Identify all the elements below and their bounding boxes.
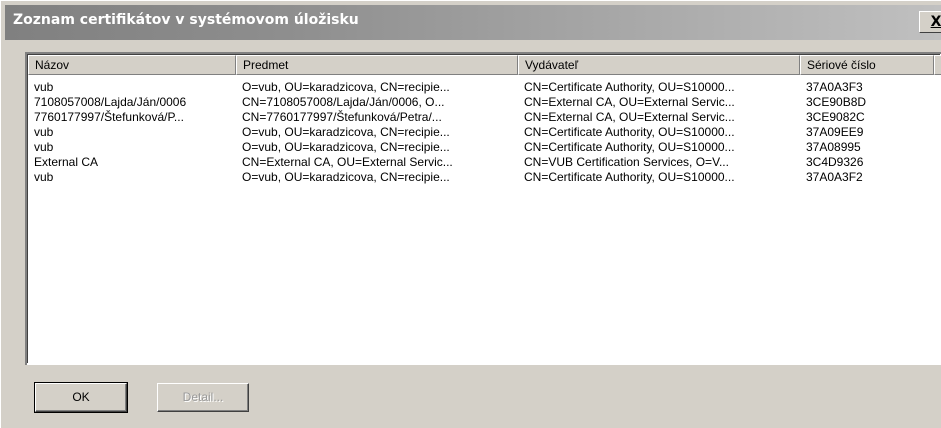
cell-name: External CA	[34, 155, 99, 169]
cell-serial: 37A0A3F3	[806, 80, 863, 94]
cell-serial: 37A09EE9	[806, 125, 864, 139]
title-bar[interactable]: Zoznam certifikátov v systémovom úložisk…	[5, 5, 941, 40]
cell-issuer: CN=Certificate Authority, OU=S10000...	[524, 80, 735, 94]
cell-issuer: CN=VUB Certification Services, O=V...	[524, 155, 729, 169]
detail-button[interactable]: Detail...	[157, 383, 249, 412]
list-header: Názov Predmet Vydávateľ Sériové číslo	[28, 55, 941, 75]
cell-serial: 3CE90B8D	[806, 95, 867, 109]
table-row[interactable]: vub O=vub, OU=karadzicova, CN=recipie...…	[28, 170, 941, 185]
cell-serial: 3C4D9326	[806, 155, 864, 169]
dialog-title: Zoznam certifikátov v systémovom úložisk…	[13, 12, 359, 28]
ok-button[interactable]: OK	[34, 382, 128, 413]
cell-subject: CN=7108057008/Lajda/Ján/0006, O...	[242, 95, 445, 109]
cell-issuer: CN=Certificate Authority, OU=S10000...	[524, 140, 735, 154]
cell-subject: CN=7760177997/Štefunková/Petra/...	[242, 110, 442, 124]
cell-subject: O=vub, OU=karadzicova, CN=recipie...	[242, 125, 450, 139]
table-row[interactable]: External CA CN=External CA, OU=External …	[28, 155, 941, 170]
cell-issuer: CN=Certificate Authority, OU=S10000...	[524, 170, 735, 184]
table-row[interactable]: vub O=vub, OU=karadzicova, CN=recipie...…	[28, 80, 941, 95]
cell-subject: CN=External CA, OU=External Servic...	[242, 155, 453, 169]
cell-serial: 37A0A3F2	[806, 170, 863, 184]
close-icon: X	[930, 14, 941, 30]
cell-issuer: CN=Certificate Authority, OU=S10000...	[524, 125, 735, 139]
cell-name: vub	[34, 80, 54, 94]
close-button[interactable]: X	[919, 11, 941, 33]
column-header-subject[interactable]: Predmet	[236, 55, 518, 75]
cell-subject: O=vub, OU=karadzicova, CN=recipie...	[242, 80, 450, 94]
column-header-name[interactable]: Názov	[28, 55, 236, 75]
cell-subject: O=vub, OU=karadzicova, CN=recipie...	[242, 170, 450, 184]
cell-serial: 3CE9082C	[806, 110, 865, 124]
table-row[interactable]: 7760177997/Štefunková/P... CN=7760177997…	[28, 110, 941, 125]
cell-serial: 37A08995	[806, 140, 861, 154]
list-rows: vub O=vub, OU=karadzicova, CN=recipie...…	[28, 80, 941, 185]
cell-name: vub	[34, 125, 54, 139]
cell-name: 7108057008/Lajda/Ján/0006	[34, 95, 187, 109]
cell-issuer: CN=External CA, OU=External Servic...	[524, 95, 735, 109]
table-row[interactable]: vub O=vub, OU=karadzicova, CN=recipie...…	[28, 140, 941, 155]
cell-issuer: CN=External CA, OU=External Servic...	[524, 110, 735, 124]
column-header-extra[interactable]	[934, 55, 941, 75]
column-header-issuer[interactable]: Vydávateľ	[518, 55, 800, 75]
cell-name: vub	[34, 140, 54, 154]
table-row[interactable]: 7108057008/Lajda/Ján/0006 CN=7108057008/…	[28, 95, 941, 110]
cell-subject: O=vub, OU=karadzicova, CN=recipie...	[242, 140, 450, 154]
cell-name: 7760177997/Štefunková/P...	[34, 110, 184, 124]
certificate-list[interactable]: Názov Predmet Vydávateľ Sériové číslo vu…	[25, 52, 941, 365]
column-header-serial[interactable]: Sériové číslo	[800, 55, 934, 75]
table-row[interactable]: vub O=vub, OU=karadzicova, CN=recipie...…	[28, 125, 941, 140]
cell-name: vub	[34, 170, 54, 184]
certificate-list-dialog: Zoznam certifikátov v systémovom úložisk…	[0, 0, 941, 428]
